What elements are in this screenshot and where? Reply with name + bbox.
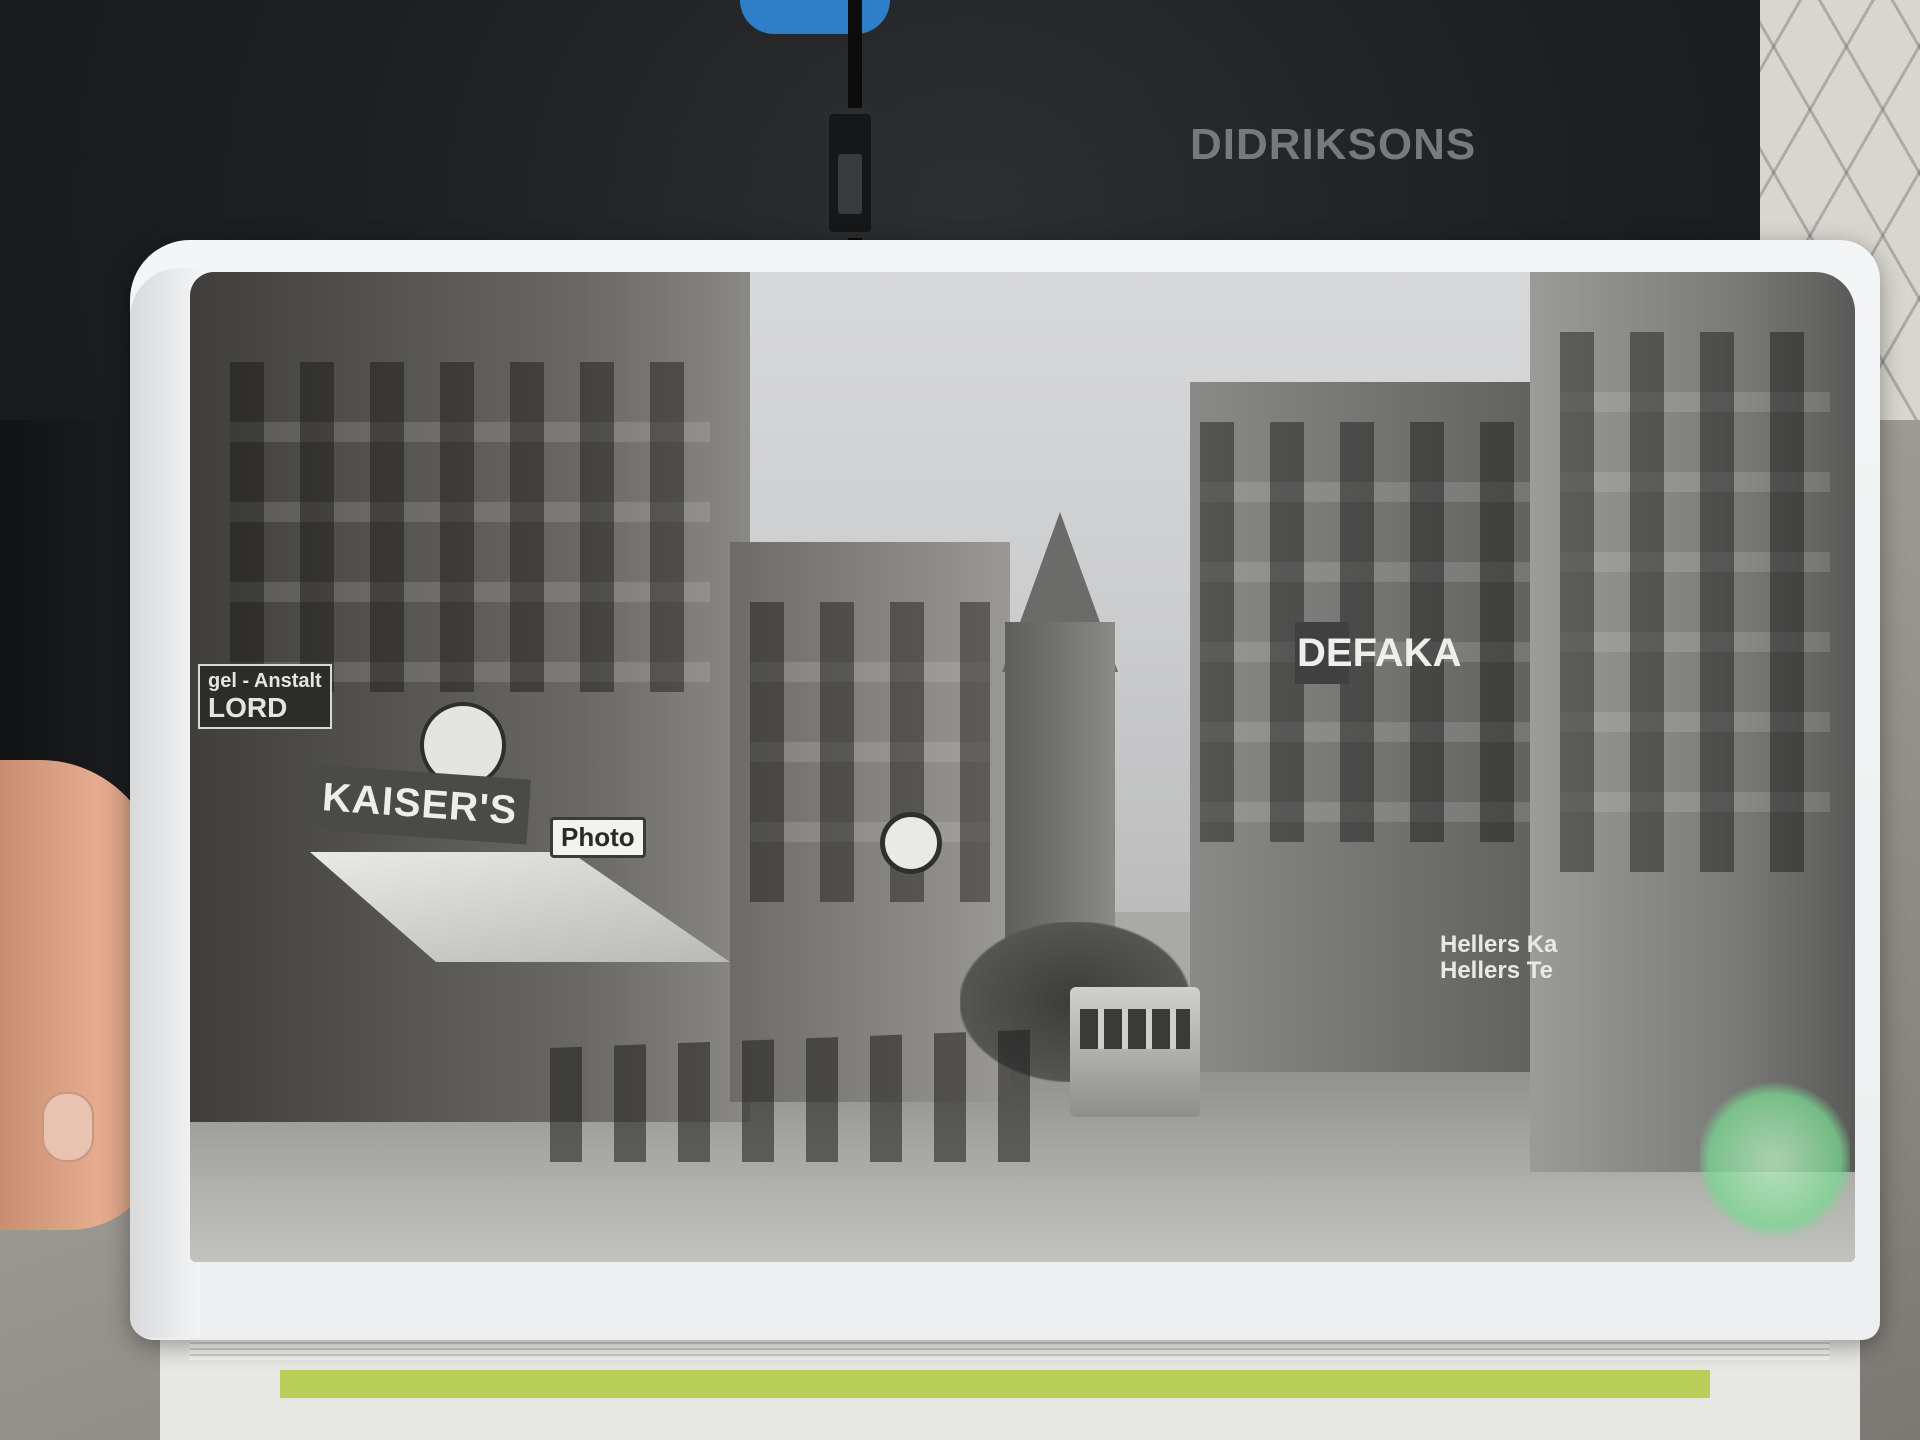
left-building-windows (230, 362, 710, 692)
lord-sign-small-text: gel - Anstalt (208, 670, 322, 692)
lord-sign-big-text: LORD (208, 692, 288, 723)
right-building-windows (1560, 332, 1830, 872)
lord-sign: gel - Anstalt LORD (198, 664, 332, 729)
streetcar (1070, 987, 1200, 1117)
thumbnail (42, 1092, 94, 1162)
hellers-sign-line-1: Hellers Ka (1440, 931, 1558, 958)
hellers-sign-line-2: Hellers Te (1440, 957, 1553, 984)
green-light-glare (1700, 1080, 1850, 1240)
street-clock-icon (880, 812, 942, 874)
photo-sign: Photo (550, 817, 646, 858)
historic-street-photo: gel - Anstalt LORD KAISER'S Photo DEFAKA… (190, 272, 1855, 1262)
scene: DIDRIKSONS gel - Anstalt LORD KAISER'S P… (0, 0, 1920, 1440)
right-building (1530, 272, 1855, 1172)
blue-scarf (740, 0, 890, 34)
zipper-pull-icon (823, 108, 877, 238)
hellers-sign: Hellers Ka Hellers Te (1440, 932, 1557, 984)
jacket-brand-logo: DIDRIKSONS (1190, 120, 1477, 169)
defaka-sign: DEFAKA (1295, 622, 1461, 684)
green-page-edge (280, 1370, 1710, 1398)
gabled-windows (750, 602, 990, 902)
